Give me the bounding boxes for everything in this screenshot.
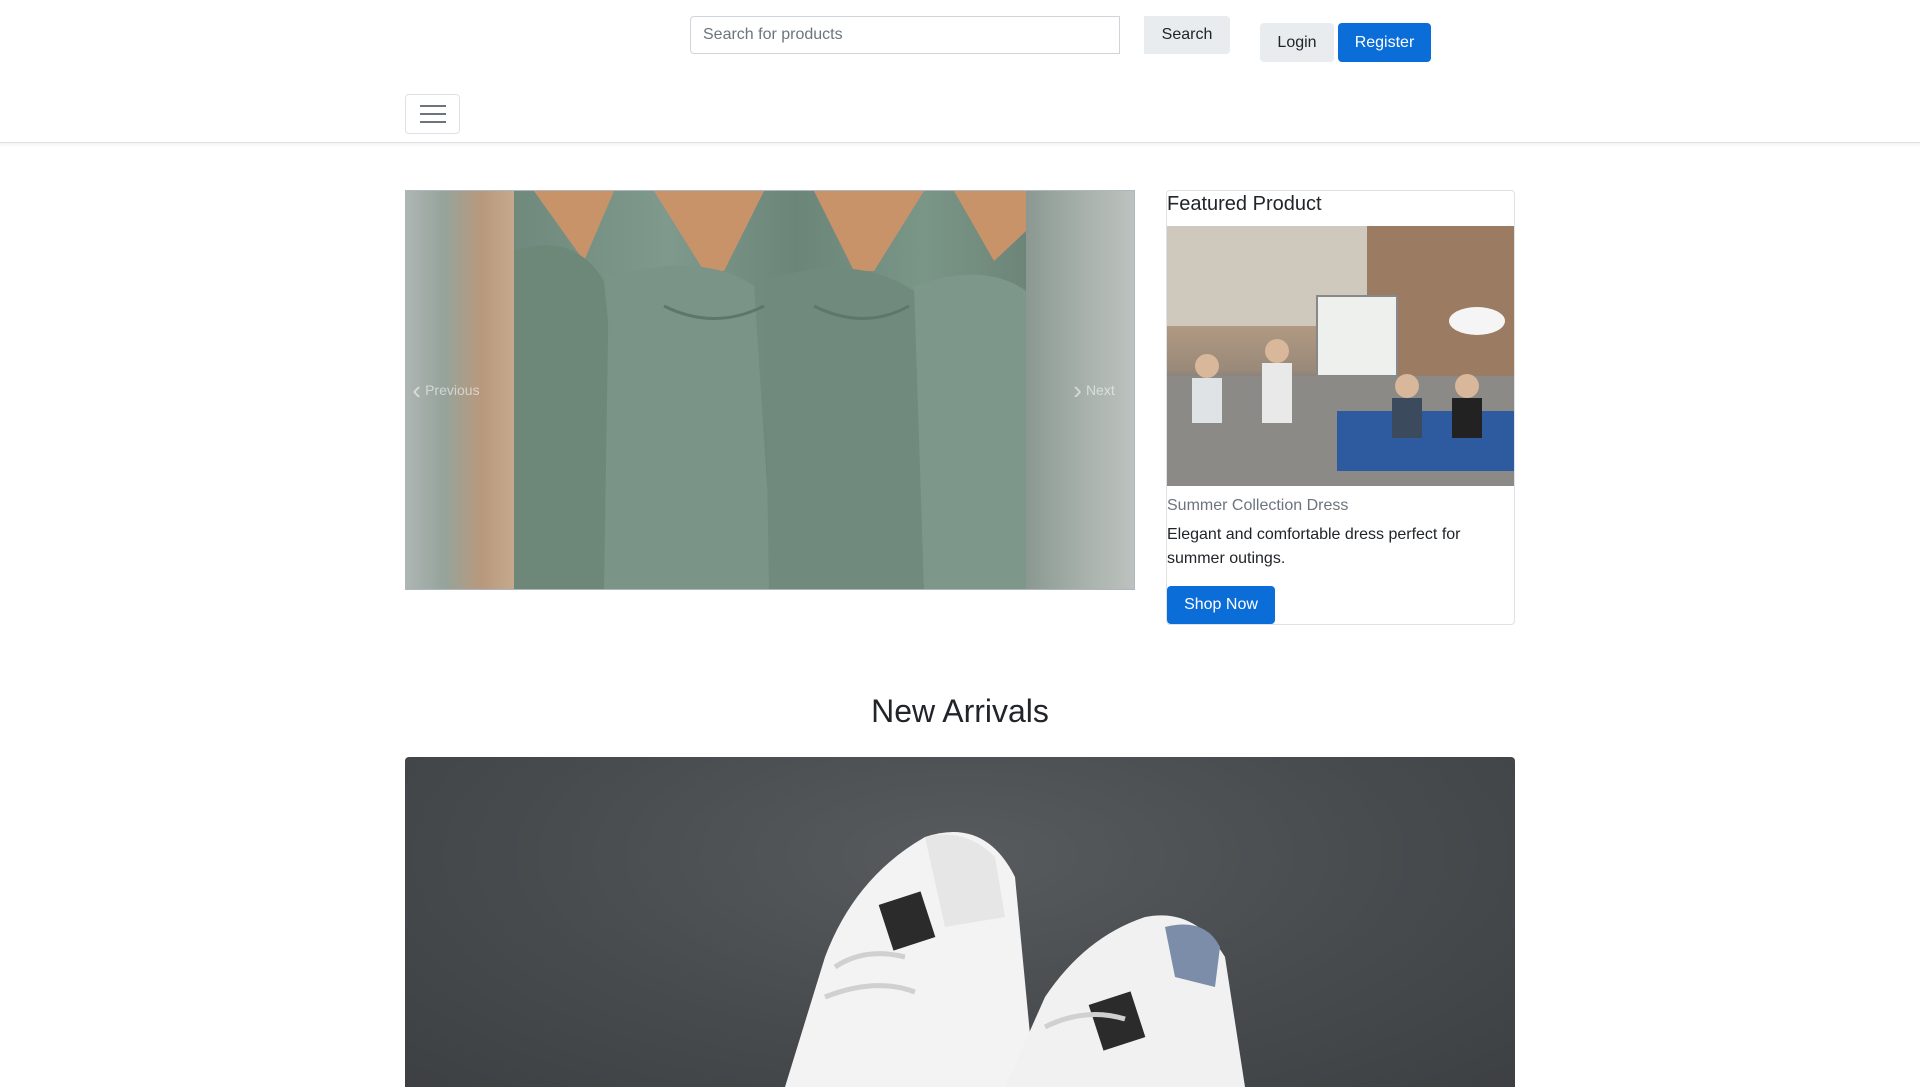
featured-heading: Featured Product [1167,193,1322,215]
register-button[interactable]: Register [1338,23,1431,62]
hamburger-icon-bar-1 [419,105,446,107]
featured-product-image [1167,226,1514,486]
carousel-slide-active [514,191,1026,589]
carousel-next-button[interactable]: › Next [1054,191,1134,589]
new-arrivals-heading: New Arrivals [871,693,1049,729]
hangers-shirts-image [514,191,1026,589]
chevron-right-icon: › [1073,375,1082,405]
search-button[interactable]: Search [1144,16,1230,54]
new-arrivals-image [405,757,1515,1087]
carousel-next-label: Next [1085,382,1115,398]
featured-product-description: Elegant and comfortable dress perfect fo… [1167,526,1461,567]
chevron-left-icon: ‹ [412,375,422,405]
login-button[interactable]: Login [1260,23,1334,62]
hero-carousel: ‹ Previous › Next [405,190,1135,590]
carousel-prev-label: Previous [425,382,480,398]
hamburger-icon-bar-2 [419,113,446,115]
featured-product-name: Summer Collection Dress [1167,497,1349,514]
search-input[interactable] [690,16,1120,54]
carousel-prev-button[interactable]: ‹ Previous [406,191,486,589]
sneakers-image [785,832,1245,1087]
shop-now-button[interactable]: Shop Now [1167,586,1275,624]
featured-product-card: Featured Product Summer Collection Dress… [1166,190,1515,625]
menu-toggle-button[interactable] [405,94,460,134]
hamburger-icon-bar-3 [419,121,446,123]
top-navbar: Search Login Register [0,0,1920,143]
